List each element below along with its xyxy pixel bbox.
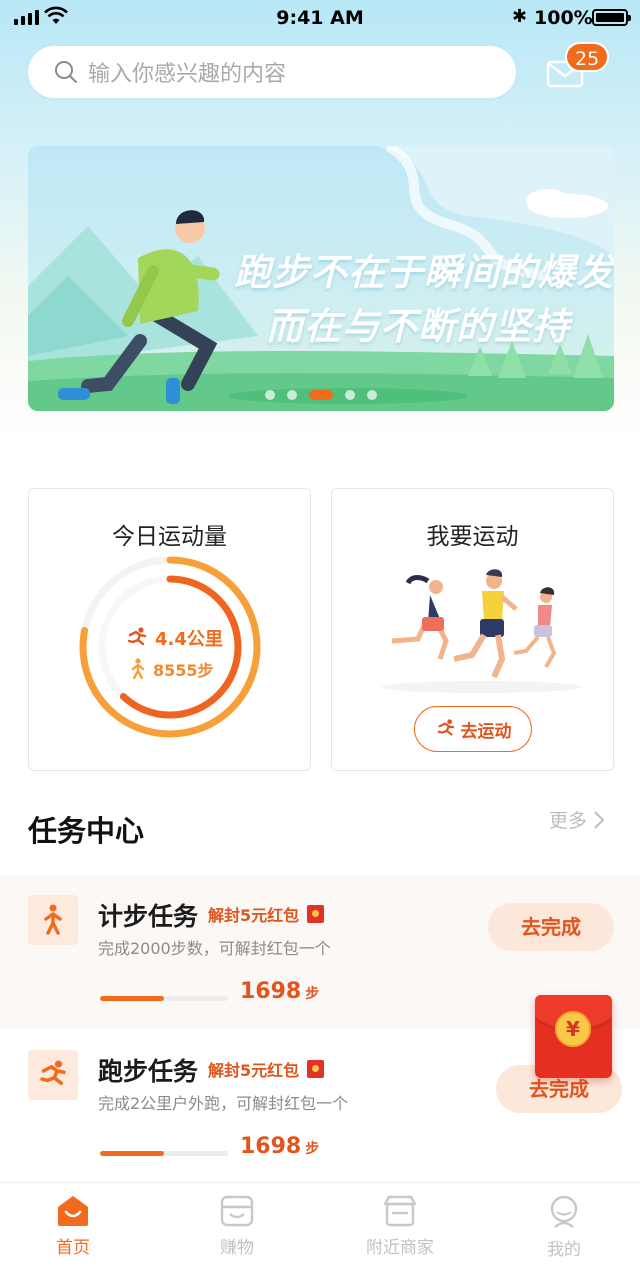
running-icon xyxy=(437,719,454,736)
task-center-title: 任务中心 xyxy=(28,814,145,848)
task-steps-unit: 步 xyxy=(305,986,320,1002)
promo-banner[interactable]: 跑步不在于瞬间的爆发 而在与不断的坚持 xyxy=(28,146,614,411)
profile-icon xyxy=(550,1195,578,1228)
chevron-right-icon xyxy=(594,810,605,829)
task-reward-label: 解封5元红包 xyxy=(208,906,300,925)
battery-percentage: 100% xyxy=(534,7,593,29)
task-steps-unit: 步 xyxy=(305,1141,320,1157)
banner-dot[interactable] xyxy=(345,390,355,400)
today-activity-card[interactable]: 今日运动量 4.4公里 8555步 xyxy=(28,488,311,771)
message-count-badge: 25 xyxy=(565,42,610,72)
task-steps-value: 1698 xyxy=(240,979,302,1004)
task-reward: 解封5元红包 xyxy=(208,902,325,926)
tab-earn[interactable]: 赚物 xyxy=(182,1195,292,1258)
banner-slogan-line1: 跑步不在于瞬间的爆发 xyxy=(234,251,614,294)
go-exercise-card[interactable]: 我要运动 去运动 xyxy=(331,488,614,771)
banner-dot[interactable] xyxy=(287,390,297,400)
running-icon xyxy=(40,1060,66,1085)
floating-red-envelope[interactable]: ¥ xyxy=(535,995,612,1078)
task-icon-box xyxy=(28,1050,78,1100)
task-name: 计步任务 xyxy=(98,902,199,931)
more-link[interactable]: 更多 xyxy=(549,806,605,833)
task-description: 完成2000步数，可解封红包一个 xyxy=(98,939,331,958)
bluetooth-icon: ✱ xyxy=(512,6,528,27)
red-envelope-icon xyxy=(307,905,325,923)
steps-value: 8555步 xyxy=(153,661,214,680)
finish-task-button[interactable]: 去完成 xyxy=(488,903,614,951)
walking-icon xyxy=(131,658,145,680)
task-steps-value: 1698 xyxy=(240,1134,302,1159)
bottom-tab-bar: 首页 赚物 附近商家 我的 xyxy=(0,1182,640,1268)
task-reward: 解封5元红包 xyxy=(208,1057,325,1081)
tab-nearby-stores[interactable]: 附近商家 xyxy=(345,1195,455,1258)
shop-icon xyxy=(220,1195,254,1227)
go-exercise-label: 去运动 xyxy=(460,721,512,742)
tab-profile[interactable]: 我的 xyxy=(509,1195,619,1260)
task-name: 跑步任务 xyxy=(98,1057,199,1086)
task-progress-track xyxy=(100,996,228,1001)
task-steps: 1698 步 xyxy=(240,1134,319,1159)
task-icon-box xyxy=(28,895,78,945)
task-reward-label: 解封5元红包 xyxy=(208,1061,300,1080)
tab-earn-label: 赚物 xyxy=(220,1238,254,1258)
banner-dot[interactable] xyxy=(367,390,377,400)
search-bar[interactable]: 输入你感兴趣的内容 xyxy=(28,46,516,98)
task-steps: 1698 步 xyxy=(240,979,319,1004)
yuan-coin-icon: ¥ xyxy=(555,1011,591,1047)
search-placeholder: 输入你感兴趣的内容 xyxy=(88,62,287,87)
home-icon xyxy=(58,1196,88,1226)
distance-readout: 4.4公里 xyxy=(125,625,223,651)
search-icon xyxy=(55,61,77,83)
tab-profile-label: 我的 xyxy=(547,1240,581,1260)
tab-nearby-stores-label: 附近商家 xyxy=(366,1238,434,1258)
store-icon xyxy=(383,1195,417,1227)
task-progress-bar xyxy=(100,1151,164,1156)
banner-dot[interactable] xyxy=(309,390,333,400)
go-exercise-title: 我要运动 xyxy=(426,524,519,550)
go-exercise-button[interactable]: 去运动 xyxy=(414,706,532,752)
task-progress-track xyxy=(100,1151,228,1156)
tab-home[interactable]: 首页 xyxy=(18,1195,128,1258)
more-label: 更多 xyxy=(549,810,588,832)
red-envelope-icon xyxy=(307,1060,325,1078)
steps-readout: 8555步 xyxy=(129,657,214,681)
task-description: 完成2公里户外跑，可解封红包一个 xyxy=(98,1094,349,1113)
walking-icon xyxy=(44,904,62,935)
banner-pagination[interactable] xyxy=(28,390,614,400)
tab-home-label: 首页 xyxy=(56,1238,90,1258)
distance-value: 4.4公里 xyxy=(155,629,223,650)
running-icon xyxy=(127,627,147,646)
status-bar: 9:41 AM ✱ 100% xyxy=(0,0,640,36)
banner-slogan-line2: 而在与不断的坚持 xyxy=(266,305,570,348)
battery-icon xyxy=(592,9,631,26)
banner-dot[interactable] xyxy=(265,390,275,400)
task-progress-bar xyxy=(100,996,164,1001)
